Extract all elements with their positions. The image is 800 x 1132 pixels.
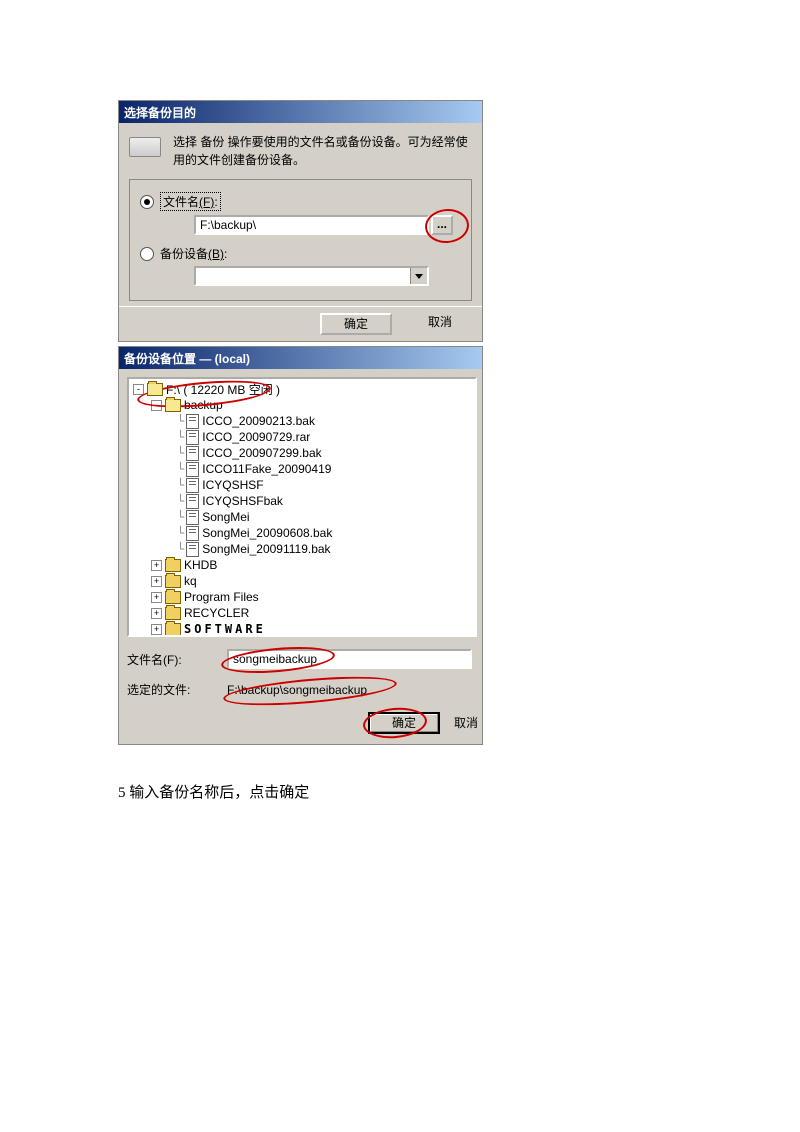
file-icon — [186, 542, 199, 557]
destination-groupbox: 文件名(F): F:\backup\ ... 备份设备(B): — [129, 179, 472, 301]
disk-icon — [129, 137, 161, 157]
folder-tree[interactable]: - F:\ ( 12220 MB 空闲 ) - backup └ICCO_200… — [127, 377, 477, 637]
file-icon — [186, 478, 199, 493]
tree-expander[interactable]: + — [151, 576, 162, 587]
dialog1-description: 选择 备份 操作要使用的文件名或备份设备。可为经常使用的文件创建备份设备。 — [173, 133, 472, 169]
folder-icon — [165, 591, 181, 604]
tree-folder[interactable]: +KHDB — [129, 557, 475, 573]
tree-file[interactable]: └SongMei_20091119.bak — [129, 541, 475, 557]
tree-file[interactable]: └ICCO_200907299.bak — [129, 445, 475, 461]
dialog1-ok-button[interactable]: 确定 — [320, 313, 392, 335]
tree-expander[interactable]: - — [151, 400, 162, 411]
dialog2-ok-button[interactable]: 确定 — [368, 712, 440, 734]
tree-expander[interactable]: + — [151, 624, 162, 635]
tree-root-label[interactable]: F:\ ( 12220 MB 空闲 ) — [166, 381, 280, 398]
combo-arrow-icon[interactable] — [410, 268, 427, 284]
dialog2-cancel-button[interactable]: 取消 — [454, 712, 482, 734]
dialog2-title: 备份设备位置 — (local) — [119, 347, 482, 369]
filename-radio-row[interactable]: 文件名(F): — [140, 192, 461, 211]
tree-file[interactable]: └ICCO_20090729.rar — [129, 429, 475, 445]
tree-folder[interactable]: +RECYCLER — [129, 605, 475, 621]
filename-field[interactable]: songmeibackup — [227, 649, 472, 669]
folder-icon — [165, 575, 181, 588]
radio-device[interactable] — [140, 247, 154, 261]
folder-open-icon — [165, 399, 181, 412]
file-icon — [186, 526, 199, 541]
device-combo[interactable] — [194, 266, 429, 286]
tree-expander[interactable]: - — [133, 384, 144, 395]
selected-file-label: 选定的文件: — [127, 681, 227, 698]
tree-expander[interactable]: + — [151, 608, 162, 619]
file-icon — [186, 414, 199, 429]
folder-open-icon — [147, 383, 163, 396]
radio-filename[interactable] — [140, 195, 154, 209]
file-icon — [186, 494, 199, 509]
filename-input[interactable]: F:\backup\ — [194, 215, 429, 235]
tree-expander[interactable]: + — [151, 560, 162, 571]
folder-icon — [165, 607, 181, 620]
tree-file[interactable]: └ICCO11Fake_20090419 — [129, 461, 475, 477]
tree-file[interactable]: └SongMei — [129, 509, 475, 525]
selected-file-path: F:\backup\songmeibackup — [227, 683, 472, 697]
tree-folder[interactable]: +kq — [129, 573, 475, 589]
dialog1-title: 选择备份目的 — [119, 101, 482, 123]
dialog1-cancel-button[interactable]: 取消 — [404, 313, 476, 335]
step-caption: 5 输入备份名称后，点击确定 — [118, 781, 488, 802]
folder-icon — [165, 623, 181, 636]
tree-folder-backup[interactable]: backup — [184, 398, 223, 412]
device-radio-row[interactable]: 备份设备(B): — [140, 245, 461, 262]
tree-folder[interactable]: +Program Files — [129, 589, 475, 605]
tree-file[interactable]: └ICYQSHSF — [129, 477, 475, 493]
tree-expander[interactable]: + — [151, 592, 162, 603]
select-backup-destination-dialog: 选择备份目的 选择 备份 操作要使用的文件名或备份设备。可为经常使用的文件创建备… — [118, 100, 483, 342]
browse-button[interactable]: ... — [431, 215, 453, 235]
backup-device-location-dialog: 备份设备位置 — (local) - F:\ ( 12220 MB 空闲 ) -… — [118, 346, 483, 745]
tree-file[interactable]: └ICYQSHSFbak — [129, 493, 475, 509]
file-icon — [186, 430, 199, 445]
tree-file[interactable]: └ICCO_20090213.bak — [129, 413, 475, 429]
folder-icon — [165, 559, 181, 572]
tree-folder-software[interactable]: SOFTWARE — [184, 622, 266, 636]
tree-file[interactable]: └SongMei_20090608.bak — [129, 525, 475, 541]
filename-label: 文件名(F): — [127, 651, 227, 668]
file-icon — [186, 510, 199, 525]
file-icon — [186, 462, 199, 477]
file-icon — [186, 446, 199, 461]
